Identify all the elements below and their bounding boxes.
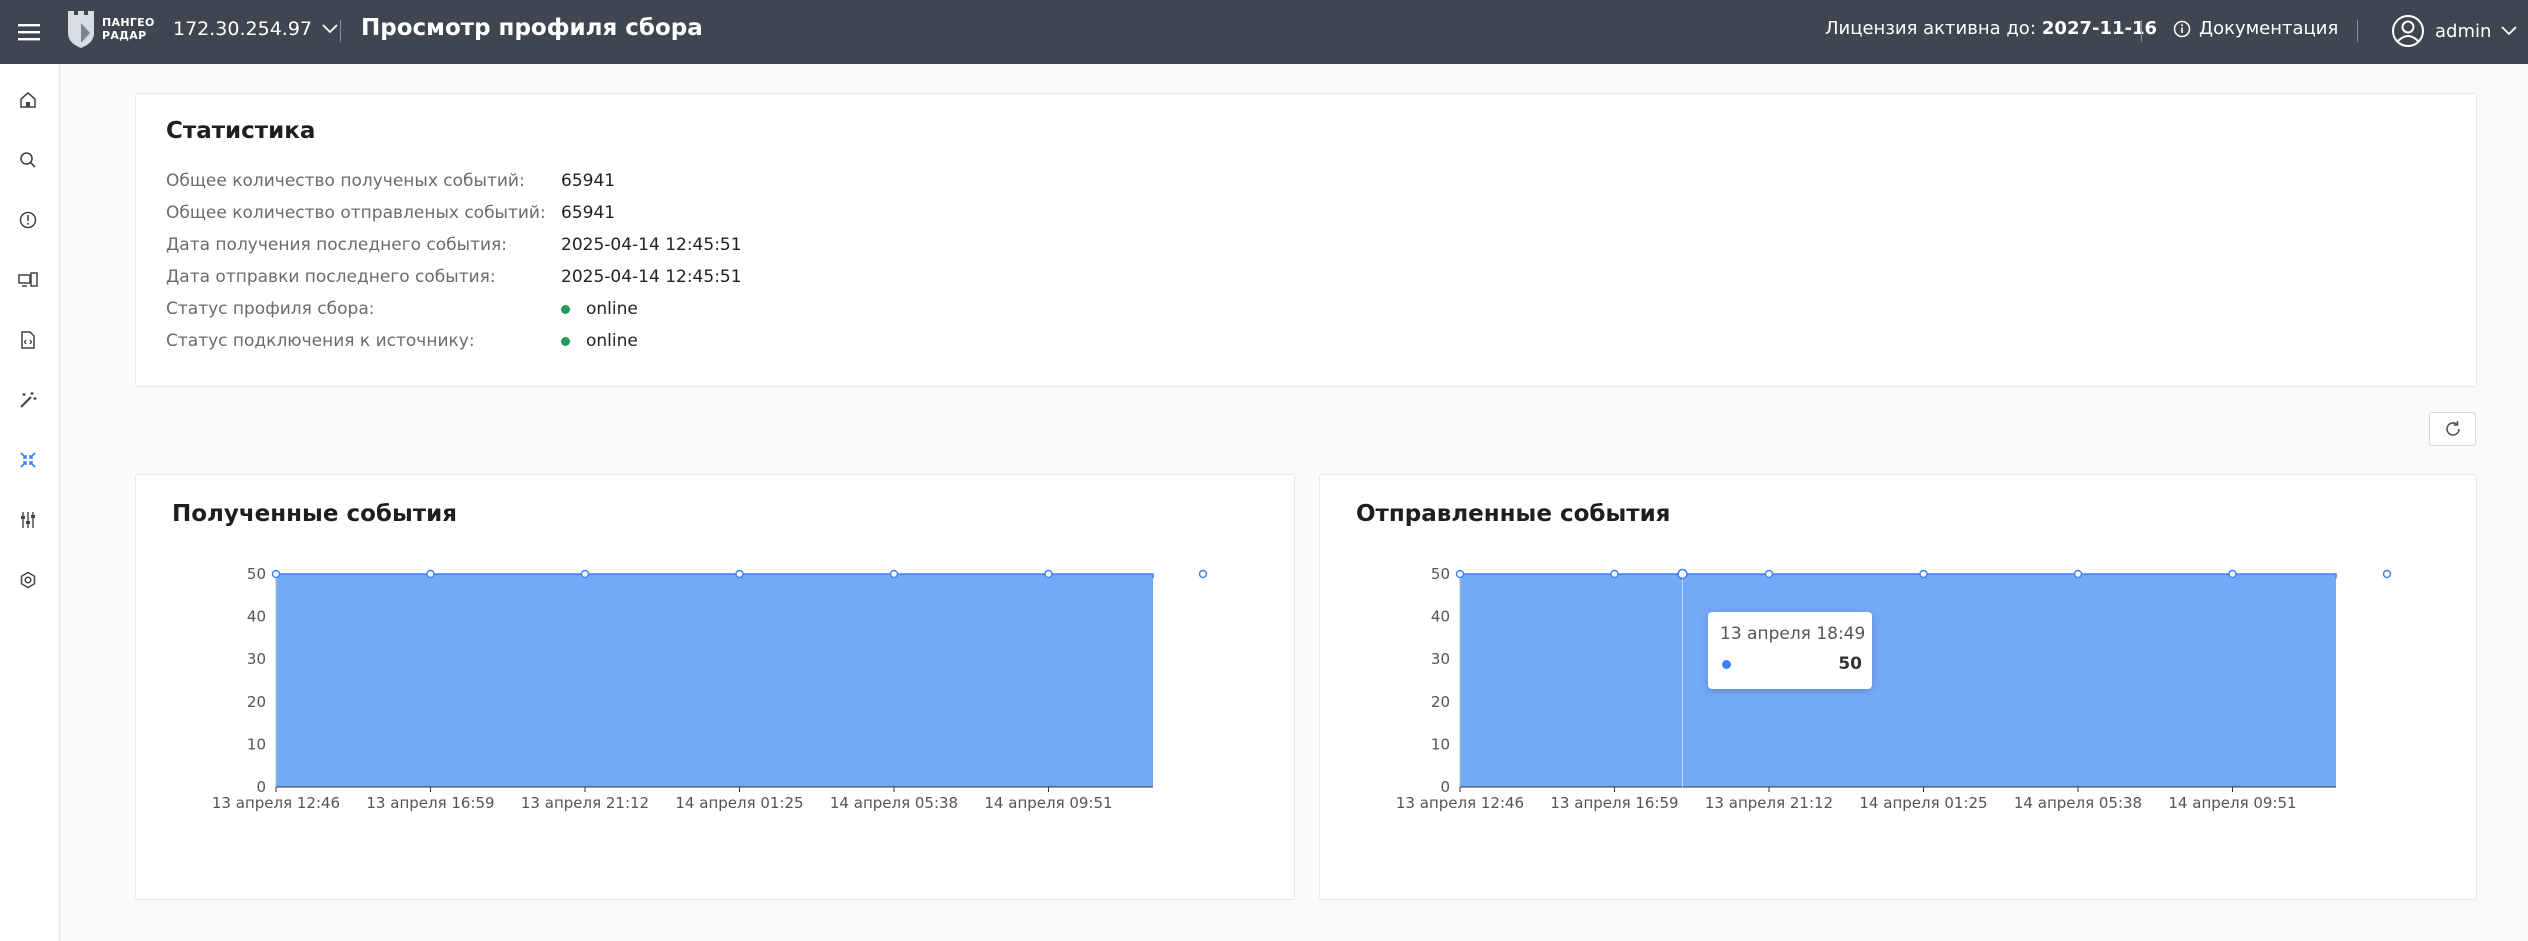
stat-label: Статус подключения к источнику: — [166, 331, 475, 351]
refresh-button[interactable] — [2429, 412, 2476, 446]
stat-value-text: 2025-04-14 12:45:51 — [561, 267, 742, 287]
chart-title: Отправленные события — [1356, 501, 1671, 527]
documentation-label: Документация — [2199, 18, 2339, 39]
stat-value-text: 2025-04-14 12:45:51 — [561, 235, 742, 255]
chevron-down-icon — [2501, 26, 2518, 36]
sent-events-card: Отправленные события — [1319, 474, 2477, 900]
user-avatar-icon — [2392, 15, 2424, 47]
statistics-title: Статистика — [166, 118, 316, 144]
sidebar-item-rules[interactable] — [16, 388, 40, 412]
stat-label: Общее количество отправленых событий: — [166, 203, 546, 223]
logo[interactable]: ПАНГЕО РАДАР — [66, 9, 155, 49]
status-badge: online — [586, 299, 638, 319]
stat-value: online — [561, 331, 638, 351]
divider — [2357, 20, 2358, 42]
hamburger-menu-icon[interactable] — [16, 19, 42, 45]
server-ip: 172.30.254.97 — [173, 18, 313, 40]
collector-icon — [20, 452, 36, 468]
documentation-link[interactable]: Документация — [2173, 18, 2338, 39]
sidebar-item-home[interactable] — [16, 88, 40, 112]
user-menu[interactable]: admin — [2391, 14, 2518, 48]
divider — [2141, 20, 2142, 42]
tooltip-label: 13 апреля 18:49 — [1720, 624, 1866, 644]
devices-icon — [18, 272, 38, 287]
search-icon — [20, 152, 36, 168]
chart-title: Полученные события — [172, 501, 457, 527]
top-bar: ПАНГЕО РАДАР 172.30.254.97 Просмотр проф… — [0, 0, 2528, 64]
magic-wand-icon — [20, 392, 37, 408]
divider — [340, 20, 341, 42]
stat-label: Общее количество полученых событий: — [166, 171, 525, 191]
sidebar-item-search[interactable] — [16, 148, 40, 172]
license-date: 2027-11-16 — [2041, 18, 2158, 39]
home-icon — [20, 92, 36, 108]
sidebar-item-filters[interactable] — [16, 508, 40, 532]
stat-value: online — [561, 299, 638, 319]
sidebar-item-info[interactable] — [16, 208, 40, 232]
settings-icon — [20, 571, 36, 589]
document-code-icon — [21, 331, 35, 349]
chevron-down-icon — [322, 24, 338, 34]
logo-line-2: РАДАР — [102, 29, 147, 42]
stat-value-text: 65941 — [561, 203, 616, 223]
stat-label: Дата отправки последнего события: — [166, 267, 496, 287]
sidebar-item-collectors[interactable] — [16, 448, 40, 472]
chart-tooltip: 13 апреля 18:49 50 — [1708, 612, 1872, 689]
page-title: Просмотр профиля сбора — [361, 15, 703, 41]
sidebar — [0, 64, 60, 941]
logo-line-1: ПАНГЕО — [102, 16, 155, 29]
stat-value: 65941 — [561, 171, 615, 191]
sidebar-item-settings[interactable] — [16, 568, 40, 592]
stat-label: Статус профиля сбора: — [166, 299, 375, 319]
stat-value-text: 65941 — [561, 171, 616, 191]
tooltip-row: 50 — [1722, 654, 1862, 674]
stat-value: 2025-04-14 12:45:51 — [561, 267, 742, 287]
status-online-dot — [561, 304, 570, 314]
tooltip-series-dot — [1722, 659, 1731, 669]
received-events-card: Полученные события — [135, 474, 1295, 900]
stat-value: 65941 — [561, 203, 615, 223]
sidebar-item-documents[interactable] — [16, 328, 40, 352]
stat-label: Дата получения последнего события: — [166, 235, 507, 255]
refresh-icon — [2445, 421, 2460, 436]
statistics-card: Статистика Общее количество полученых со… — [135, 93, 2477, 387]
license-info: Лицензия активна до: 2027-11-16 — [1825, 18, 2157, 39]
stat-value: 2025-04-14 12:45:51 — [561, 235, 742, 255]
license-label: Лицензия активна до: — [1825, 18, 2036, 39]
status-badge: online — [586, 331, 638, 351]
status-online-dot — [561, 336, 570, 346]
server-selector[interactable]: 172.30.254.97 — [173, 18, 338, 40]
sliders-icon — [21, 512, 35, 528]
logo-text: ПАНГЕО РАДАР — [102, 16, 155, 42]
user-name: admin — [2435, 20, 2492, 42]
tooltip-value: 50 — [1838, 654, 1862, 674]
logo-shield-icon — [68, 11, 94, 48]
info-circle-icon — [2173, 20, 2191, 37]
info-icon — [19, 211, 37, 229]
sidebar-item-devices[interactable] — [16, 268, 40, 292]
